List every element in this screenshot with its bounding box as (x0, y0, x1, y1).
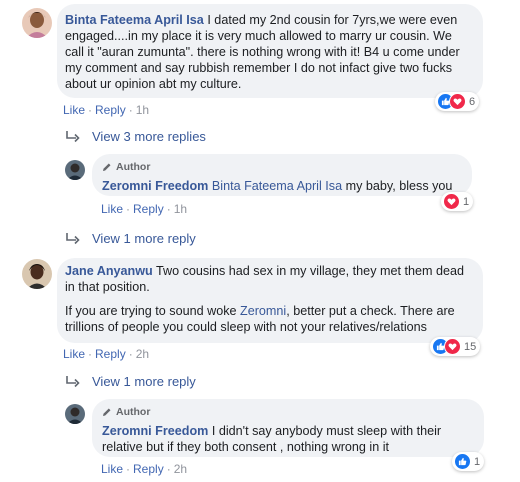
avatar-image (22, 8, 52, 38)
author-badge: Author (102, 159, 462, 175)
pencil-icon (103, 408, 111, 416)
reaction-count: 1 (474, 455, 481, 468)
mention-link[interactable]: Zeromni (240, 304, 286, 318)
comment-text: my baby, bless you (342, 179, 453, 193)
avatar[interactable] (22, 259, 52, 289)
avatar[interactable] (65, 404, 85, 424)
comment-timestamp[interactable]: 1h (174, 202, 187, 216)
reactions-badge[interactable]: 1 (452, 452, 485, 471)
author-badge-label: Author (116, 161, 151, 173)
like-link[interactable]: Like (101, 462, 123, 476)
view-more-label[interactable]: View 3 more replies (92, 129, 206, 144)
reply-arrow-icon (66, 130, 80, 142)
comment-author[interactable]: Binta Fateema April Isa (65, 13, 204, 27)
like-link[interactable]: Like (101, 202, 123, 216)
comment-bubble: Author Zeromni Freedom Binta Fateema Apr… (92, 154, 472, 196)
reply-arrow-icon (66, 232, 80, 244)
comment-actions: Like · Reply · 2h (63, 347, 150, 361)
reply-link[interactable]: Reply (95, 103, 126, 117)
avatar-image (65, 404, 85, 424)
view-more-replies[interactable]: View 1 more reply (66, 231, 196, 246)
comment-actions: Like · Reply · 1h (63, 103, 150, 117)
like-link[interactable]: Like (63, 347, 85, 361)
comment-bubble: Jane Anyanwu Two cousins had sex in my v… (57, 258, 483, 343)
like-reaction-icon (454, 453, 471, 470)
reactions-badge[interactable]: 1 (441, 192, 474, 211)
comment-bubble: Author Zeromni Freedom I didn't say anyb… (92, 399, 484, 457)
avatar[interactable] (22, 8, 52, 38)
comment-author[interactable]: Jane Anyanwu (65, 264, 153, 278)
comment-timestamp[interactable]: 1h (136, 103, 149, 117)
reaction-count: 15 (464, 340, 477, 353)
comment-text-2: If you are trying to sound woke (65, 304, 241, 318)
pencil-icon (103, 163, 111, 171)
comment-author[interactable]: Zeromni Freedom (102, 424, 208, 438)
reply-link[interactable]: Reply (133, 462, 164, 476)
comment-actions: Like · Reply · 1h (101, 202, 188, 216)
avatar-image (65, 160, 85, 180)
reactions-badge[interactable]: 6 (435, 92, 480, 111)
view-more-replies[interactable]: View 3 more replies (66, 129, 206, 144)
reply-link[interactable]: Reply (95, 347, 126, 361)
comment-bubble: Binta Fateema April Isa I dated my 2nd c… (57, 4, 483, 98)
avatar-image (22, 259, 52, 289)
like-link[interactable]: Like (63, 103, 85, 117)
reply-arrow-icon (66, 375, 80, 387)
mention-link[interactable]: Binta Fateema April Isa (212, 179, 342, 193)
author-badge-label: Author (116, 406, 151, 418)
love-reaction-icon (443, 193, 460, 210)
love-reaction-icon (444, 338, 461, 355)
view-more-replies[interactable]: View 1 more reply (66, 374, 196, 389)
comment-timestamp[interactable]: 2h (136, 347, 149, 361)
view-more-label[interactable]: View 1 more reply (92, 374, 196, 389)
reaction-count: 1 (463, 195, 470, 208)
author-badge: Author (102, 404, 474, 420)
view-more-label[interactable]: View 1 more reply (92, 231, 196, 246)
reaction-count: 6 (469, 95, 476, 108)
avatar[interactable] (65, 160, 85, 180)
comment-author[interactable]: Zeromni Freedom (102, 179, 208, 193)
love-reaction-icon (449, 93, 466, 110)
comment-actions: Like · Reply · 2h (101, 462, 188, 476)
comment-timestamp[interactable]: 2h (174, 462, 187, 476)
reply-link[interactable]: Reply (133, 202, 164, 216)
reactions-badge[interactable]: 15 (430, 337, 481, 356)
